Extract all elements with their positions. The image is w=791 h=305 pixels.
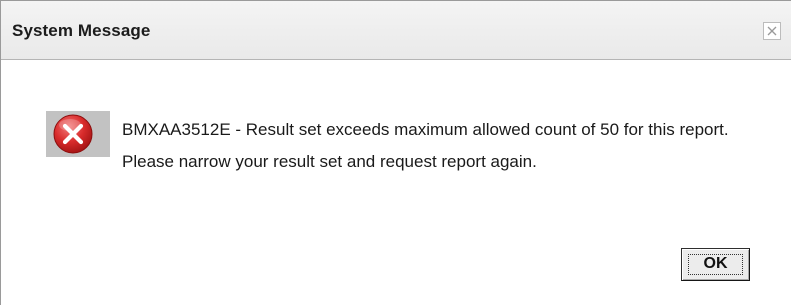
error-icon-container (46, 111, 110, 157)
close-icon (767, 26, 777, 36)
dialog-title: System Message (12, 21, 151, 40)
close-button[interactable] (763, 22, 781, 40)
error-icon (53, 114, 93, 154)
ok-button[interactable]: OK (681, 248, 750, 281)
dialog-title-bar: System Message (1, 1, 791, 60)
error-message-text: BMXAA3512E - Result set exceeds maximum … (122, 120, 729, 171)
system-message-dialog: System Message BMXAA3512E - Result set e… (0, 0, 791, 305)
ok-button-label: OK (703, 255, 728, 272)
